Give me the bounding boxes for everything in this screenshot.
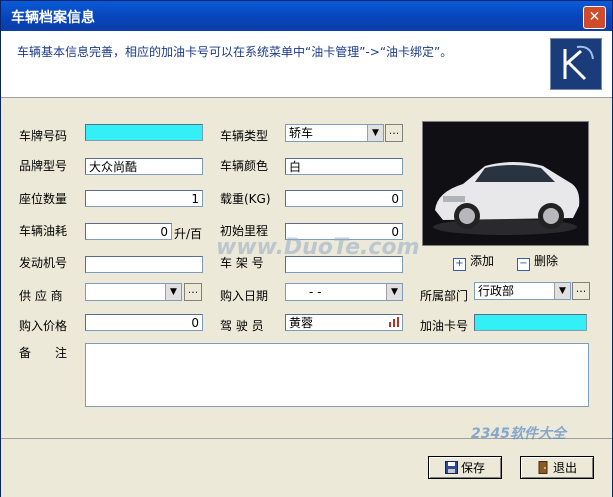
notes-textarea[interactable] [85,343,589,407]
engine-label: 发动机号 [19,256,68,270]
seats-label: 座位数量 [19,192,68,206]
purchase-date-value: - - [309,285,322,299]
exit-label: 退出 [552,461,577,475]
fuel-label: 车辆油耗 [19,224,68,238]
load-label: 载重(KG) [220,192,271,206]
app-logo-icon [550,38,602,90]
driver-value: 黄蓉 [289,316,314,330]
purchase-date-picker[interactable]: - - ▼ [285,283,403,301]
type-select[interactable]: 轿车 ▼ [285,124,384,142]
plus-icon: + [453,258,466,271]
delete-photo-label: 删除 [534,254,559,268]
driver-input[interactable]: 黄蓉 [285,314,403,331]
vehicle-photo [422,121,589,246]
plate-label: 车牌号码 [19,129,68,143]
window-title: 车辆档案信息 [11,10,95,26]
supplier-select[interactable]: ▼ [85,283,182,301]
save-button[interactable]: 保存 [428,456,502,479]
minus-icon: − [517,258,530,271]
dialog-window: 车辆档案信息 ✕ 车辆基本信息完善，相应的加油卡号可以在系统菜单中“油卡管理”-… [0,0,613,497]
chevron-down-icon[interactable]: ▼ [165,284,181,300]
dept-browse-button[interactable]: ... [572,282,590,300]
seats-input[interactable]: 1 [85,190,203,207]
color-label: 车辆颜色 [220,159,269,173]
exit-button[interactable]: 退出 [520,456,594,479]
color-input[interactable]: 白 [285,158,403,175]
close-button[interactable]: ✕ [583,6,606,29]
type-label: 车辆类型 [220,129,269,143]
info-banner: 车辆基本信息完善，相应的加油卡号可以在系统菜单中“油卡管理”->“油卡绑定”。 [1,31,612,98]
fuel-unit: 升/百 [174,227,203,241]
delete-photo-button[interactable]: − 删除 [517,252,558,271]
dept-value: 行政部 [478,284,515,298]
banner-text: 车辆基本信息完善，相应的加油卡号可以在系统菜单中“油卡管理”->“油卡绑定”。 [17,45,453,59]
plate-input[interactable] [85,124,203,141]
model-label: 品牌型号 [19,159,68,173]
site-watermark: 2345软件大全 [471,426,566,442]
card-input[interactable] [474,314,587,331]
engine-input[interactable] [85,256,203,273]
purchase-date-label: 购入日期 [220,289,269,303]
dept-label: 所属部门 [420,289,469,303]
model-input[interactable]: 大众尚酷 [85,158,203,175]
fuel-input[interactable]: 0 [85,223,172,240]
chevron-down-icon[interactable]: ▼ [367,125,383,141]
load-input[interactable]: 0 [285,190,403,207]
price-input[interactable]: 0 [85,314,203,331]
duote-watermark: www.DuoTe.com [216,235,420,260]
chevron-down-icon[interactable]: ▼ [554,283,570,299]
save-label: 保存 [460,461,485,475]
chart-icon[interactable] [388,316,400,333]
chevron-down-icon[interactable]: ▼ [386,284,402,300]
dept-select[interactable]: 行政部 ▼ [474,282,571,300]
price-label: 购入价格 [19,319,68,333]
car-image [423,122,588,245]
notes-label: 备 注 [19,346,68,360]
floppy-disk-icon [444,459,458,481]
supplier-label: 供 应 商 [19,289,63,303]
driver-label: 驾 驶 员 [220,319,264,333]
add-photo-label: 添加 [470,254,495,268]
type-browse-button[interactable]: ... [385,124,403,142]
footer-bar: 2345软件大全 保存 退出 [1,426,612,497]
add-photo-button[interactable]: + 添加 [453,252,494,271]
supplier-browse-button[interactable]: ... [184,283,202,301]
title-bar[interactable]: 车辆档案信息 ✕ [1,1,612,31]
card-label: 加油卡号 [420,319,469,333]
type-value: 轿车 [289,126,314,140]
exit-door-icon [537,459,550,481]
